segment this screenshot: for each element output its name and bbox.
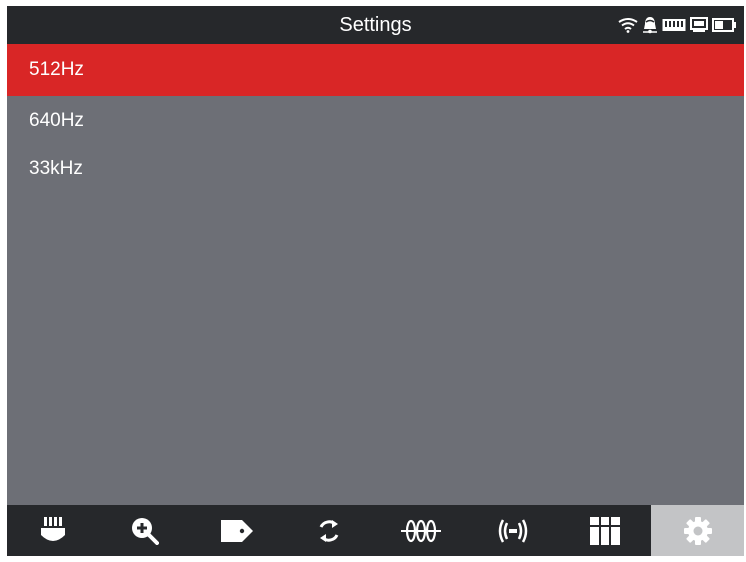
display-icon [690, 17, 708, 33]
list-item-33khz[interactable]: 33kHz [7, 146, 744, 192]
gear-icon [683, 516, 713, 546]
frequency-list: 512Hz 640Hz 33kHz [7, 44, 744, 192]
battery-icon [712, 18, 736, 32]
memory-icon [662, 18, 686, 32]
list-item-640hz[interactable]: 640Hz [7, 96, 744, 146]
signal-wave-button[interactable] [375, 505, 467, 556]
tag-button[interactable] [191, 505, 283, 556]
broadcast-button[interactable] [467, 505, 559, 556]
device-screen: Settings 512Hz 640Hz 33kHz [7, 6, 744, 556]
settings-button[interactable] [651, 505, 744, 556]
list-item-label: 33kHz [29, 158, 83, 179]
probe-icon [40, 516, 66, 545]
list-item-label: 512Hz [29, 59, 84, 80]
broadcast-icon [495, 517, 531, 545]
probe-button[interactable] [7, 505, 99, 556]
list-item-512hz[interactable]: 512Hz [7, 44, 744, 96]
title-bar: Settings [7, 6, 744, 44]
refresh-icon [316, 518, 342, 544]
zoom-in-button[interactable] [99, 505, 191, 556]
signal-wave-icon [401, 519, 441, 543]
status-icons [618, 16, 736, 34]
refresh-button[interactable] [283, 505, 375, 556]
zoom-in-icon [131, 517, 159, 545]
list-item-label: 640Hz [29, 110, 84, 131]
grid-icon [590, 516, 620, 545]
tag-icon [220, 519, 254, 543]
bottom-toolbar [7, 505, 744, 556]
wifi-icon [618, 17, 638, 33]
grid-button[interactable] [559, 505, 651, 556]
bell-icon [642, 16, 658, 34]
